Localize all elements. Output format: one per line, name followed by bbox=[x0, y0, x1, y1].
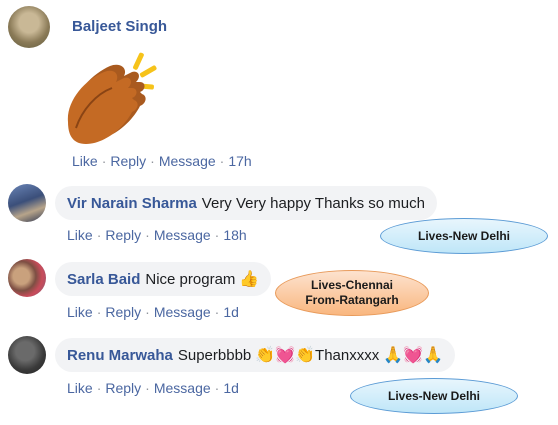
separator: · bbox=[214, 304, 220, 320]
avatar-vir-narain-sharma[interactable] bbox=[8, 184, 46, 222]
comment-bubble: Vir Narain Sharma Very Very happy Thanks… bbox=[55, 186, 437, 220]
comment-text: Superbbbb bbox=[177, 346, 252, 364]
avatar-baljeet-singh[interactable] bbox=[8, 6, 50, 48]
message-link[interactable]: Message bbox=[154, 227, 211, 243]
message-link[interactable]: Message bbox=[154, 380, 211, 396]
separator: · bbox=[145, 227, 150, 243]
comment-text: Very Very happy Thanks so much bbox=[201, 194, 425, 212]
location-callout-new-delhi: Lives-New Delhi bbox=[380, 218, 548, 254]
comment-actions: Like · Reply · Message · 18h bbox=[67, 227, 247, 243]
folded-hands-icon: 🙏 bbox=[383, 347, 404, 364]
comment-author-sarla-baid[interactable]: Sarla Baid bbox=[67, 271, 140, 288]
comment-text: Thanxxxx bbox=[315, 346, 380, 364]
timestamp[interactable]: 18h bbox=[223, 227, 246, 243]
location-callout-chennai: Lives-Chennai From-Ratangarh bbox=[275, 270, 429, 316]
folded-hands-icon: 🙏 bbox=[423, 347, 443, 364]
comment-actions: Like · Reply · Message · 17h bbox=[72, 153, 252, 169]
timestamp[interactable]: 1d bbox=[223, 380, 239, 396]
avatar-renu-marwaha[interactable] bbox=[8, 336, 46, 374]
location-callout-new-delhi: Lives-New Delhi bbox=[350, 378, 518, 414]
comment-actions: Like · Reply · Message · 1d bbox=[67, 304, 239, 320]
comment-actions: Like · Reply · Message · 1d bbox=[67, 380, 239, 396]
clapping-hands-icon: 👏 bbox=[295, 347, 316, 364]
timestamp[interactable]: 17h bbox=[228, 153, 251, 169]
separator: · bbox=[101, 153, 107, 169]
separator: · bbox=[96, 304, 102, 320]
message-link[interactable]: Message bbox=[159, 153, 216, 169]
heart-icon: 💓 bbox=[403, 347, 424, 364]
comment-author-renu-marwaha[interactable]: Renu Marwaha bbox=[67, 347, 173, 364]
callout-sublabel: From-Ratangarh bbox=[305, 293, 399, 307]
comment-author-baljeet-singh[interactable]: Baljeet Singh bbox=[72, 18, 167, 35]
comment-author-vir-narain-sharma[interactable]: Vir Narain Sharma bbox=[67, 195, 197, 212]
separator: · bbox=[145, 380, 150, 396]
like-link[interactable]: Like bbox=[67, 304, 93, 320]
comment-bubble: Sarla Baid Nice program 👍 bbox=[55, 262, 272, 296]
avatar-sarla-baid[interactable] bbox=[8, 259, 46, 297]
message-link[interactable]: Message bbox=[154, 304, 211, 320]
reply-link[interactable]: Reply bbox=[105, 380, 141, 396]
reply-link[interactable]: Reply bbox=[110, 153, 146, 169]
clapping-hands-sticker-icon bbox=[67, 52, 157, 144]
like-link[interactable]: Like bbox=[67, 227, 93, 243]
callout-label: Lives-Chennai bbox=[310, 278, 394, 292]
reply-link[interactable]: Reply bbox=[105, 304, 141, 320]
separator: · bbox=[214, 227, 220, 243]
separator: · bbox=[219, 153, 225, 169]
callout-label: Lives-New Delhi bbox=[417, 228, 511, 243]
like-link[interactable]: Like bbox=[67, 380, 93, 396]
separator: · bbox=[150, 153, 155, 169]
like-link[interactable]: Like bbox=[72, 153, 98, 169]
clapping-hands-icon: 👏 bbox=[255, 347, 276, 364]
separator: · bbox=[96, 380, 102, 396]
separator: · bbox=[214, 380, 220, 396]
reply-link[interactable]: Reply bbox=[105, 227, 141, 243]
thumbs-up-icon: 👍 bbox=[239, 271, 260, 288]
heart-icon: 💓 bbox=[275, 347, 296, 364]
comment-bubble: Renu Marwaha Superbbbb 👏 💓 👏 Thanxxxx 🙏 … bbox=[55, 338, 455, 372]
separator: · bbox=[96, 227, 102, 243]
comment-text: Nice program bbox=[145, 270, 236, 288]
separator: · bbox=[145, 304, 150, 320]
callout-label: Lives-New Delhi bbox=[387, 388, 481, 403]
timestamp[interactable]: 1d bbox=[223, 304, 239, 320]
